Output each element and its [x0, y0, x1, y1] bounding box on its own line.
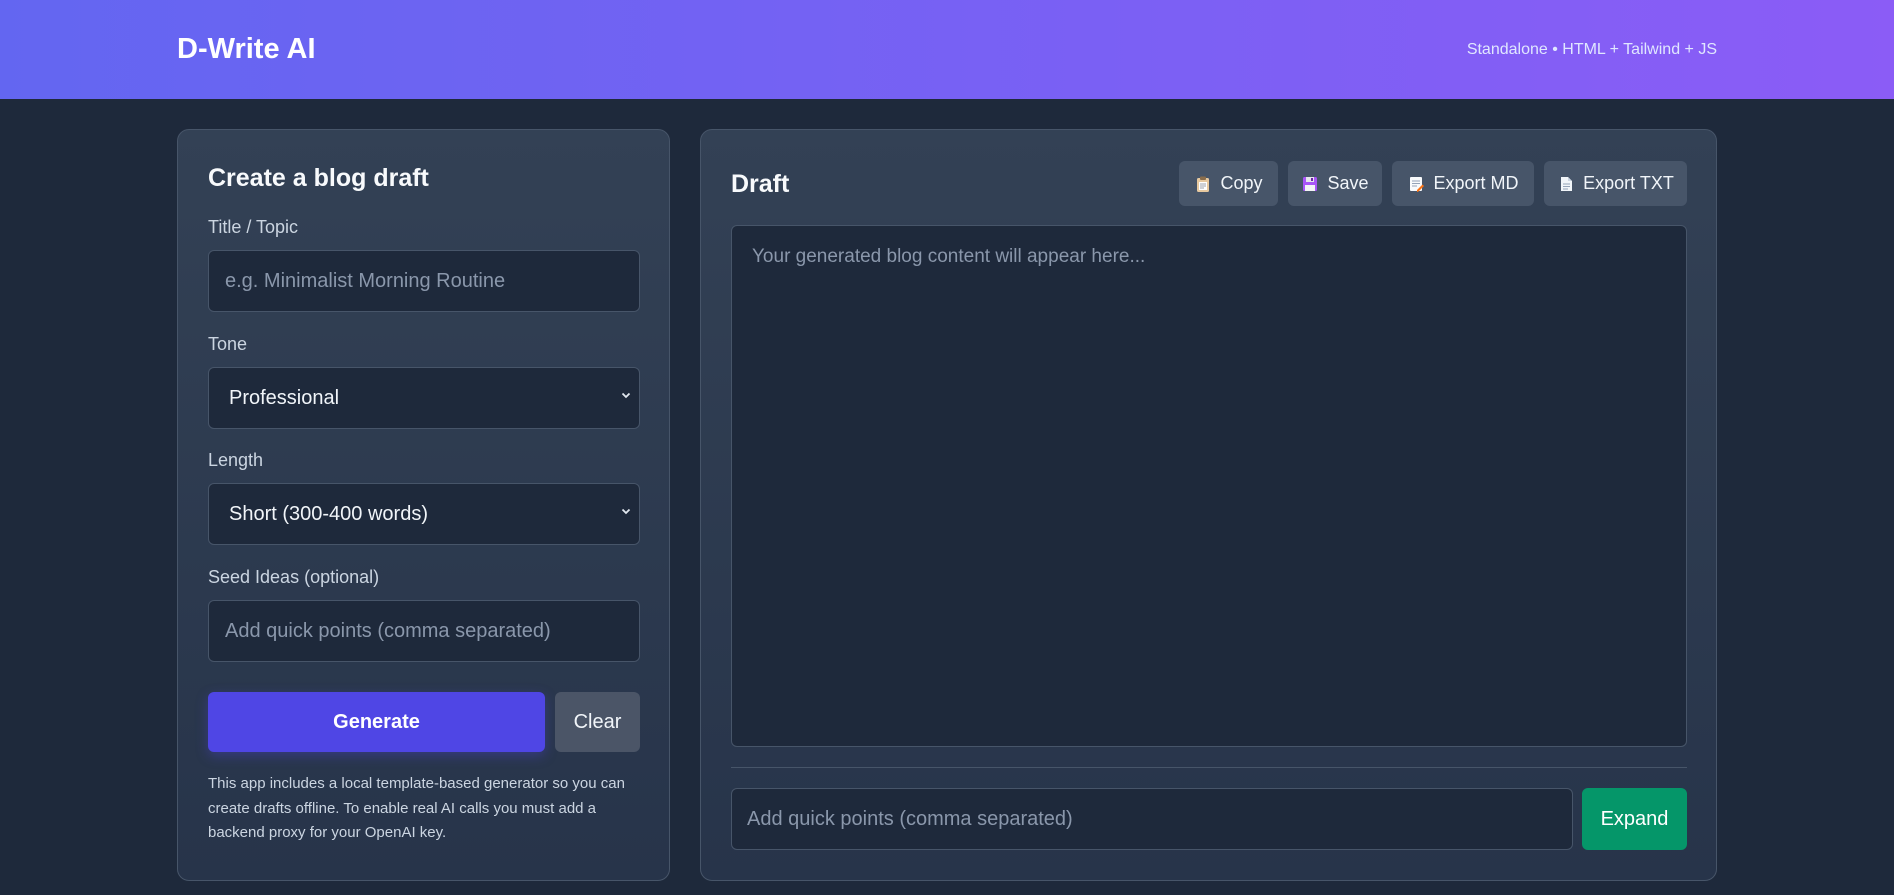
floppy-disk-icon	[1303, 176, 1318, 191]
length-selected-value: Short (300-400 words)	[229, 502, 428, 525]
app-header: D-Write AI Standalone • HTML + Tailwind …	[0, 0, 1894, 99]
draft-panel: Draft Copy Save Export MD Export TXT You…	[700, 129, 1717, 881]
topic-input[interactable]: e.g. Minimalist Morning Routine	[208, 250, 640, 312]
tone-select[interactable]: Professional	[208, 367, 640, 429]
export-txt-button[interactable]: Export TXT	[1544, 161, 1687, 206]
save-button[interactable]: Save	[1288, 161, 1382, 206]
save-label: Save	[1327, 173, 1369, 193]
tone-label: Tone	[208, 334, 248, 354]
create-draft-panel: Create a blog draft Title / Topic e.g. M…	[177, 129, 670, 881]
copy-button[interactable]: Copy	[1179, 161, 1278, 206]
clipboard-icon	[1197, 176, 1210, 192]
generate-button[interactable]: Generate	[208, 692, 545, 752]
panel-title: Create a blog draft	[208, 164, 429, 192]
expand-button[interactable]: Expand	[1582, 788, 1687, 850]
page-icon	[1561, 176, 1573, 191]
divider	[731, 767, 1687, 768]
draft-placeholder: Your generated blog content will appear …	[752, 246, 1146, 267]
copy-label: Copy	[1220, 173, 1263, 193]
topic-label: Title / Topic	[208, 217, 299, 237]
export-md-button[interactable]: Export MD	[1392, 161, 1534, 206]
tone-selected-value: Professional	[229, 386, 340, 409]
export-txt-label: Export TXT	[1583, 173, 1674, 193]
length-label: Length	[208, 450, 264, 470]
header-subtitle: Standalone • HTML + Tailwind + JS	[1466, 41, 1717, 58]
topic-placeholder: e.g. Minimalist Morning Routine	[225, 269, 506, 292]
expand-placeholder: Add quick points (comma separated)	[747, 807, 1073, 830]
chevron-down-icon	[621, 392, 631, 399]
chevron-down-icon	[621, 508, 631, 515]
expand-points-input[interactable]: Add quick points (comma separated)	[731, 788, 1573, 850]
memo-icon	[1410, 176, 1425, 192]
draft-title: Draft	[731, 170, 790, 198]
offline-note: This app includes a local template-based…	[208, 775, 625, 841]
brand-title: D-Write AI	[177, 33, 316, 65]
draft-content-area[interactable]: Your generated blog content will appear …	[731, 225, 1687, 747]
length-select[interactable]: Short (300-400 words)	[208, 483, 640, 545]
seed-label: Seed Ideas (optional)	[208, 567, 380, 587]
seed-ideas-input[interactable]: Add quick points (comma separated)	[208, 600, 640, 662]
seed-placeholder: Add quick points (comma separated)	[225, 619, 551, 642]
clear-button[interactable]: Clear	[555, 692, 640, 752]
export-md-label: Export MD	[1433, 173, 1519, 193]
